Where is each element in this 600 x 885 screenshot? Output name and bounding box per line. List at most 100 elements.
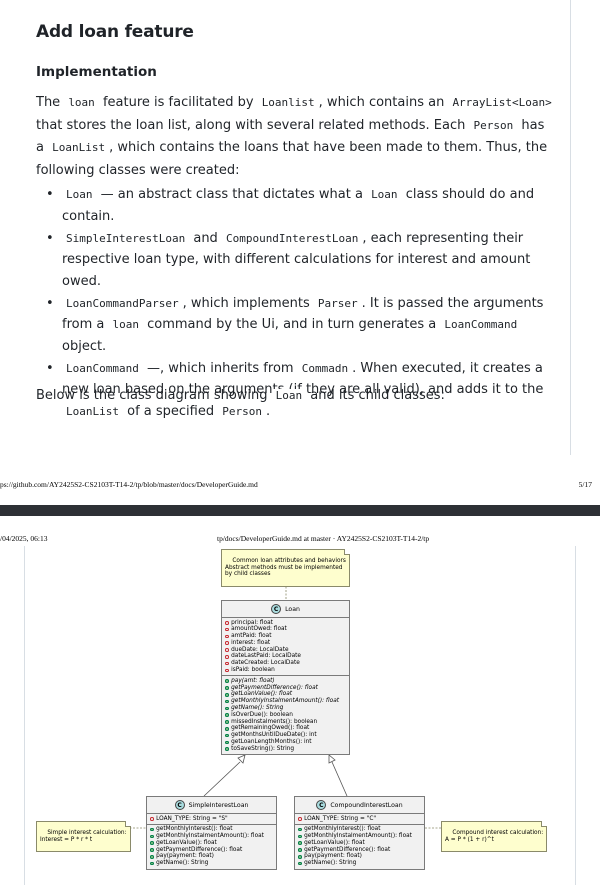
inline-code: loan: [64, 96, 99, 109]
public-visibility-icon: [225, 706, 229, 711]
field-row: principal: float: [225, 620, 346, 627]
inline-code: Loan: [62, 188, 97, 201]
inline-code: Commadn: [297, 361, 353, 375]
print-footer: ps://github.com/AY2425S2-CS2103T-T14-2/t…: [0, 477, 600, 493]
member-text: getRemainingOwed(): float: [231, 725, 310, 732]
inline-code: Loanlist: [257, 96, 319, 109]
inherit-line-compound: [331, 761, 348, 797]
class-stereotype-icon: C: [316, 800, 327, 810]
member-text: pay(payment: float): [304, 853, 362, 860]
class-name: Loan: [285, 605, 300, 613]
field-row: LOAN_TYPE: String = "C": [298, 816, 421, 823]
method-row: getPaymentDifference(): float: [225, 685, 346, 692]
document-page-2: /04/2025, 06:13 tp/docs/DeveloperGuide.m…: [0, 516, 600, 885]
member-text: isPaid: boolean: [231, 667, 275, 674]
public-visibility-icon: [225, 693, 229, 697]
member-text: interest: float: [231, 639, 271, 646]
member-text: getName(): String: [231, 705, 284, 712]
member-text: getLoanValue(): float: [231, 691, 293, 698]
method-row: isOverDue(): boolean: [225, 712, 346, 719]
public-visibility-icon: [298, 855, 302, 859]
public-visibility-icon: [225, 679, 229, 684]
public-visibility-icon: [150, 848, 154, 852]
member-text: getMonthlyInstalmentAmount(): float: [231, 698, 340, 705]
public-visibility-icon: [225, 699, 229, 704]
method-row: pay(payment: float): [150, 853, 273, 860]
public-visibility-icon: [225, 713, 229, 718]
method-row: getMonthlyInstalmentAmount(): float: [298, 833, 421, 840]
public-visibility-icon: [298, 861, 302, 866]
public-visibility-icon: [225, 740, 229, 745]
method-row: getLoanValue(): float: [298, 840, 421, 847]
class-stereotype-icon: C: [271, 604, 282, 614]
class-name: CompoundInterestLoan: [330, 801, 403, 809]
member-text: toSaveString(): String: [231, 745, 295, 752]
member-text: dueDate: LocalDate: [231, 646, 289, 653]
protected-visibility-icon: [225, 627, 229, 632]
member-text: getLoanLengthMonths(): int: [231, 739, 312, 746]
field-row: LOAN_TYPE: String = "S": [150, 816, 273, 823]
page-border: [570, 0, 571, 455]
note-simple-interest: Simple interest calculation: Interest = …: [36, 821, 131, 853]
member-text: getName(): String: [156, 860, 209, 867]
protected-visibility-icon: [225, 648, 229, 652]
field-row: dueDate: LocalDate: [225, 647, 346, 654]
method-row: getRemainingOwed(): float: [225, 725, 346, 732]
note-compound-interest: Compound interest calculation: A = P * (…: [441, 821, 548, 853]
inline-code: Loan: [367, 188, 402, 201]
class-loan: C Loan principal: float amountOwed: float am…: [221, 600, 350, 756]
public-visibility-icon: [150, 827, 154, 832]
list-item: SimpleInterestLoan and CompoundInterestL…: [46, 228, 566, 293]
inherit-arrow-compound: [328, 754, 336, 764]
public-visibility-icon: [298, 848, 302, 852]
member-text: getPaymentDifference(): float: [231, 684, 318, 691]
member-text: principal: float: [231, 619, 273, 626]
public-visibility-icon: [298, 827, 302, 832]
protected-visibility-icon: [298, 817, 302, 821]
member-text: getMonthlyInstalmentAmount(): float: [156, 833, 264, 840]
member-text: getLoanValue(): float: [304, 839, 365, 846]
public-visibility-icon: [150, 855, 154, 859]
inherit-line-simple: [203, 761, 241, 797]
inline-code: Parser: [313, 296, 362, 310]
list-item: LoanCommandParser, which implements Pars…: [46, 293, 566, 358]
method-row: getName(): String: [225, 705, 346, 712]
field-row: amountOwed: float: [225, 626, 346, 633]
protected-visibility-icon: [225, 655, 229, 659]
class-methods: getMonthlyInterest(): float getMonthlyIns…: [147, 825, 276, 869]
inline-code: CompoundInterestLoan: [221, 231, 363, 245]
intro-paragraph: The loan feature is facilitated by Loanl…: [36, 92, 556, 182]
member-text: getName(): String: [304, 860, 357, 867]
field-row: dateLastPaid: LocalDate: [225, 653, 346, 660]
protected-visibility-icon: [150, 817, 154, 821]
inline-code: LoanList: [48, 141, 110, 154]
page-divider: [0, 505, 600, 516]
field-row: dateCreated: LocalDate: [225, 660, 346, 667]
member-text: pay(payment: float): [156, 853, 214, 860]
method-row: getMonthlyInterest(): float: [150, 826, 273, 833]
protected-visibility-icon: [225, 634, 229, 639]
member-text: dateLastPaid: LocalDate: [231, 653, 301, 660]
public-visibility-icon: [150, 834, 154, 839]
member-text: LOAN_TYPE: String = "S": [156, 815, 228, 822]
protected-visibility-icon: [225, 668, 229, 673]
document-page-1: Add loan feature Implementation The loan…: [0, 0, 600, 505]
protected-visibility-icon: [225, 641, 229, 646]
member-text: getPaymentDifference(): float: [304, 846, 391, 853]
protected-visibility-icon: [225, 621, 229, 625]
public-visibility-icon: [225, 733, 229, 738]
field-row: isPaid: boolean: [225, 667, 346, 674]
method-row: getName(): String: [298, 860, 421, 867]
member-text: getMonthlyInterest(): float: [304, 826, 381, 833]
inline-code: LoanCommand: [62, 361, 143, 375]
method-row: missedInstalments(): boolean: [225, 719, 346, 726]
method-row: pay(payment: float): [298, 853, 421, 860]
member-text: amountOwed: float: [231, 626, 287, 633]
method-row: pay(amt: float): [225, 678, 346, 685]
section-heading: Add loan feature: [36, 22, 194, 42]
class-methods: getMonthlyInterest(): float getMonthlyIns…: [295, 825, 424, 869]
class-name: SimpleInterestLoan: [188, 801, 249, 809]
class-fields: principal: float amountOwed: float amtPaid…: [222, 618, 349, 677]
inline-code: loan: [108, 318, 143, 331]
method-row: getMonthlyInterest(): float: [298, 826, 421, 833]
